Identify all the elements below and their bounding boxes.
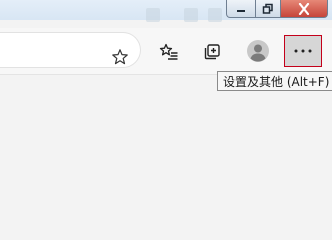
favorites-button[interactable] — [157, 40, 181, 64]
favorite-star-button[interactable] — [108, 45, 132, 69]
address-bar[interactable] — [0, 33, 140, 67]
close-button[interactable] — [280, 0, 328, 18]
tooltip: 设置及其他 (Alt+F) — [217, 71, 332, 91]
close-icon — [298, 2, 310, 15]
background-icon — [208, 8, 222, 22]
minimize-button[interactable] — [226, 0, 256, 18]
minimize-icon — [237, 9, 245, 12]
title-bar — [0, 0, 332, 22]
page-content-area — [0, 75, 332, 202]
more-horizontal-icon — [294, 49, 312, 53]
background-icon — [146, 8, 160, 22]
collections-icon — [204, 44, 220, 60]
restore-icon — [262, 3, 273, 14]
profile-button[interactable] — [246, 39, 270, 63]
settings-and-more-button[interactable] — [284, 35, 322, 67]
profile-avatar-icon — [247, 40, 269, 62]
star-outline-icon — [112, 49, 128, 65]
collections-button[interactable] — [200, 40, 224, 64]
restore-button[interactable] — [255, 0, 281, 18]
background-icon — [184, 8, 198, 22]
favorites-list-icon — [159, 43, 178, 60]
